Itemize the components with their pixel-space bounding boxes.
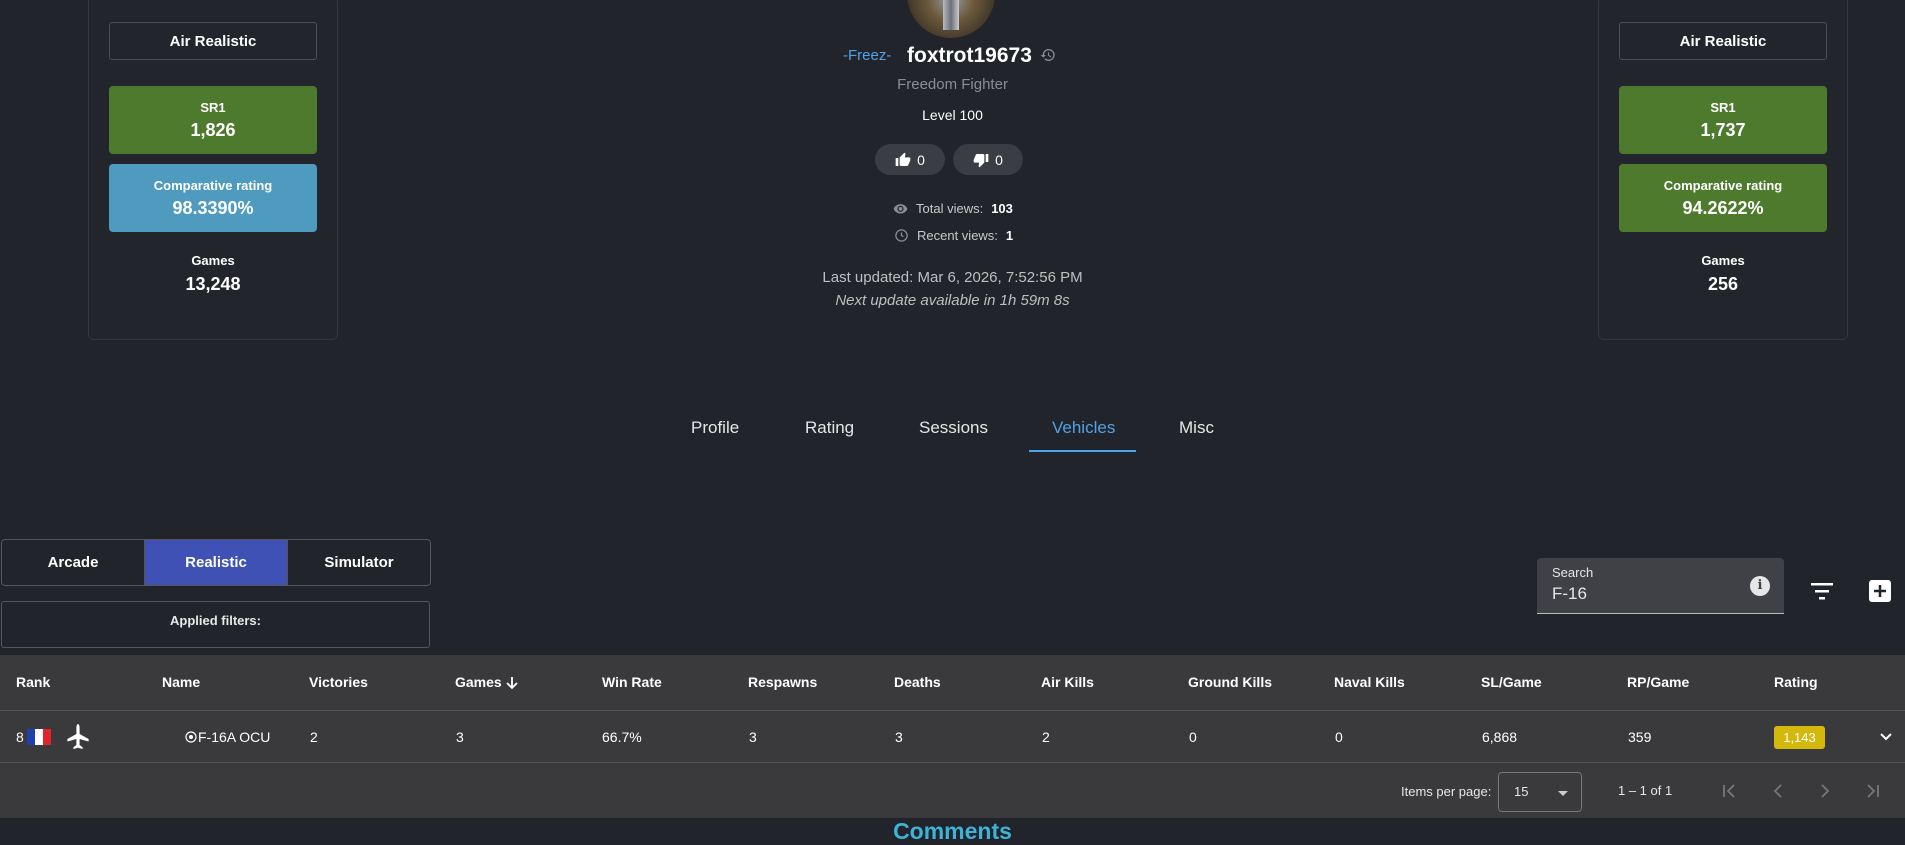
clock-icon (895, 229, 908, 242)
items-per-page-value: 15 (1514, 784, 1529, 799)
right-comparative-label: Comparative rating (1663, 177, 1783, 193)
items-per-page-select[interactable]: 15 (1498, 772, 1582, 812)
crosshair-icon[interactable] (185, 731, 197, 743)
right-mode-label: Air Realistic (1619, 22, 1827, 60)
player-title: Freedom Fighter (897, 76, 1008, 93)
tab-sessions[interactable]: Sessions (919, 418, 988, 438)
row-sl-game: 6,868 (1482, 729, 1518, 745)
items-per-page-label: Items per page: (1401, 784, 1492, 799)
search-field[interactable]: Search i (1537, 558, 1784, 614)
first-page-icon[interactable] (1721, 783, 1737, 799)
row-naval-kills: 0 (1335, 729, 1343, 745)
tab-profile[interactable]: Profile (691, 418, 739, 438)
clan-tag[interactable]: -Freez- (843, 47, 891, 64)
thumbs-up-icon (895, 152, 911, 166)
player-nickname: foxtrot19673 (907, 44, 1032, 67)
row-victories: 2 (310, 729, 318, 745)
recent-views-label: Recent views: (917, 228, 998, 243)
like-count: 0 (917, 151, 925, 168)
next-update: Next update available in 1h 59m 8s (835, 292, 1070, 309)
row-ground-kills: 0 (1189, 729, 1197, 745)
col-air-kills[interactable]: Air Kills (1041, 674, 1094, 690)
expand-chevron-icon[interactable] (1879, 731, 1893, 743)
left-games-label: Games (191, 253, 235, 268)
last-updated: Last updated: Mar 6, 2026, 7:52:56 PM (822, 269, 1083, 286)
row-games: 3 (456, 729, 464, 745)
jet-icon (67, 724, 89, 749)
row-air-kills: 2 (1042, 729, 1050, 745)
arrow-down-icon[interactable] (505, 676, 519, 690)
col-name[interactable]: Name (162, 674, 200, 690)
eye-icon (893, 204, 908, 214)
active-tab-indicator (1029, 450, 1136, 452)
row-rank: 8 (16, 729, 24, 745)
row-deaths: 3 (895, 729, 903, 745)
right-games-label: Games (1701, 253, 1745, 268)
page-range: 1 – 1 of 1 (1618, 783, 1673, 798)
player-level: Level 100 (922, 107, 983, 123)
dropdown-arrow-icon (1558, 791, 1568, 796)
prev-page-icon[interactable] (1770, 783, 1786, 799)
next-page-icon[interactable] (1817, 783, 1833, 799)
left-mode-label: Air Realistic (109, 22, 317, 60)
thumbs-down-icon (973, 153, 989, 167)
tab-misc[interactable]: Misc (1179, 418, 1214, 438)
col-ground-kills[interactable]: Ground Kills (1188, 674, 1272, 690)
total-views-value: 103 (991, 201, 1013, 216)
right-comparative-tile: Comparative rating 94.2622% (1619, 164, 1827, 232)
col-rp-game[interactable]: RP/Game (1627, 674, 1689, 690)
col-deaths[interactable]: Deaths (894, 674, 941, 690)
left-comparative-label: Comparative rating (153, 177, 273, 193)
search-label: Search (1552, 565, 1594, 580)
rating-badge: 1,143 (1774, 726, 1825, 749)
mode-simulator-button[interactable]: Simulator (287, 539, 431, 586)
recent-views: Recent views: 1 (894, 228, 1013, 243)
right-comparative-value: 94.2622% (1682, 197, 1764, 218)
mode-arcade-button[interactable]: Arcade (1, 539, 145, 586)
filter-icon[interactable] (1810, 580, 1834, 602)
france-flag-icon (27, 729, 51, 745)
left-stats-card: Air Realistic SR1 1,826 Comparative rati… (88, 0, 338, 340)
col-rank[interactable]: Rank (16, 674, 50, 690)
total-views-label: Total views: (916, 201, 984, 216)
avatar (907, 0, 995, 38)
col-rating[interactable]: Rating (1774, 674, 1818, 690)
left-comparative-value: 98.3390% (172, 197, 254, 218)
pagination: Items per page: 15 1 – 1 of 1 (0, 763, 1905, 818)
row-rp-game: 359 (1628, 729, 1652, 745)
col-naval-kills[interactable]: Naval Kills (1334, 674, 1405, 690)
row-win-rate: 66.7% (602, 729, 642, 745)
row-respawns: 3 (749, 729, 757, 745)
dislike-count: 0 (995, 151, 1003, 168)
col-sl-game[interactable]: SL/Game (1481, 674, 1542, 690)
applied-filters: Applied filters: (1, 601, 430, 648)
col-victories[interactable]: Victories (309, 674, 368, 690)
left-comparative-tile: Comparative rating 98.3390% (109, 164, 317, 232)
add-icon[interactable] (1869, 580, 1891, 602)
col-respawns[interactable]: Respawns (748, 674, 817, 690)
table-header: Rank Name Victories Games Win Rate Respa… (0, 655, 1905, 711)
history-icon[interactable] (1040, 47, 1056, 63)
comments-heading: Comments (893, 818, 1012, 844)
tab-rating[interactable]: Rating (805, 418, 854, 438)
recent-views-value: 1 (1005, 228, 1014, 243)
table-row[interactable]: 8 F-16A OCU 2 3 66.7% 3 3 2 0 0 6,868 35… (0, 711, 1905, 763)
total-views: Total views: 103 (893, 201, 1013, 216)
last-page-icon[interactable] (1865, 783, 1881, 799)
search-input[interactable] (1552, 584, 1742, 604)
dislike-button[interactable]: 0 (953, 144, 1023, 175)
info-icon[interactable]: i (1750, 576, 1770, 596)
row-vehicle-name[interactable]: F-16A OCU (198, 729, 270, 745)
col-games[interactable]: Games (455, 674, 502, 690)
tab-vehicles[interactable]: Vehicles (1052, 418, 1115, 438)
col-win-rate[interactable]: Win Rate (602, 674, 662, 690)
right-stats-card: Air Realistic SR1 1,737 Comparative rati… (1598, 0, 1848, 340)
like-button[interactable]: 0 (875, 144, 945, 175)
mode-realistic-button[interactable]: Realistic (144, 539, 288, 586)
